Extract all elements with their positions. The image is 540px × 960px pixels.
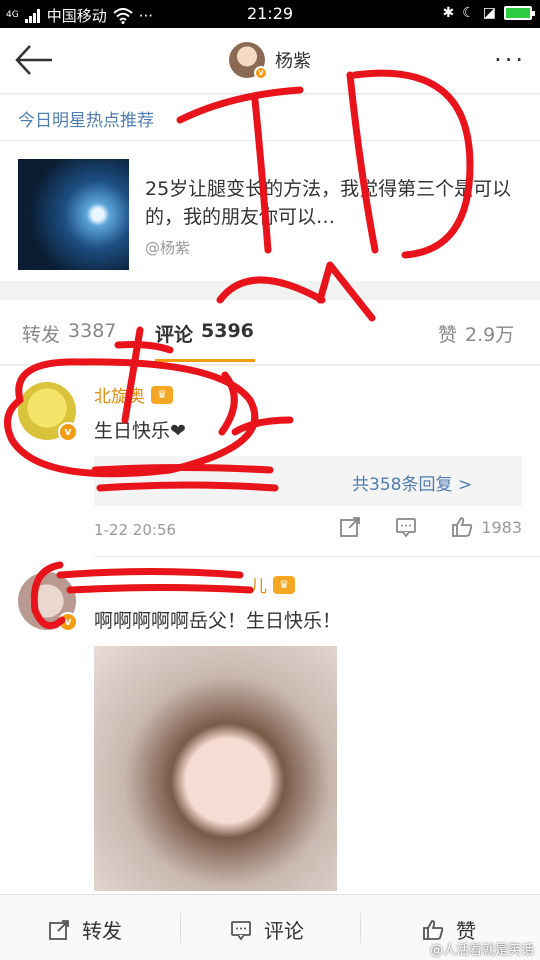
commenter-avatar[interactable]: v bbox=[18, 382, 78, 442]
tab-label: 转发 bbox=[22, 324, 61, 346]
signal-strength-icon: ◪ bbox=[482, 5, 496, 21]
comment-list: v 北旋奥 ♛ 生日快乐❤ 共358条回复 > 1-22 20:56 1983 … bbox=[0, 366, 540, 894]
tab-count: 5396 bbox=[201, 320, 254, 342]
comment-label: 评论 bbox=[264, 919, 304, 943]
commenter-name-text: 北旋奥 bbox=[94, 387, 145, 407]
comment-icon[interactable] bbox=[395, 516, 417, 538]
commenter-name-text: 儿 bbox=[250, 577, 267, 597]
verified-icon: v bbox=[58, 422, 78, 442]
commenter-name[interactable]: 儿 ♛ bbox=[250, 572, 295, 597]
repost-button[interactable]: 转发 bbox=[48, 915, 122, 944]
comment-divider bbox=[94, 556, 540, 557]
commenter-avatar[interactable]: v bbox=[18, 572, 78, 632]
hot-recommend-bar[interactable]: 今日明星热点推荐 bbox=[0, 95, 540, 141]
vip-crown-icon: ♛ bbox=[151, 385, 173, 404]
vip-crown-icon: ♛ bbox=[273, 575, 295, 594]
bottom-action-bar: 转发 评论 赞 @人活着就是笑话 bbox=[0, 894, 540, 960]
more-options-icon[interactable]: ··· bbox=[494, 48, 526, 72]
comment-text: 啊啊啊啊啊岳父！生日快乐！ bbox=[94, 610, 342, 632]
profile-avatar[interactable]: v bbox=[229, 42, 268, 80]
thumbs-up-icon bbox=[452, 517, 473, 537]
comment-actions: 1983 bbox=[339, 516, 522, 538]
active-tab-indicator bbox=[155, 359, 255, 362]
tab-label: 赞 bbox=[438, 324, 458, 346]
comment-icon bbox=[231, 920, 251, 940]
article-thumbnail bbox=[18, 159, 129, 270]
comment-image[interactable] bbox=[94, 646, 337, 891]
watermark: @人活着就是笑话 bbox=[429, 943, 534, 958]
interaction-tabs: 转发 3387 评论 5396 赞 2.9万 bbox=[0, 300, 540, 365]
like-count: 1983 bbox=[481, 517, 522, 537]
comment-button[interactable]: 评论 bbox=[230, 915, 304, 944]
status-bar: 4G 中国移动 ··· 21:29 ✱ ☾ ◪ bbox=[0, 0, 540, 28]
article-card[interactable]: 25岁让腿变长的方法，我觉得第三个是可以的，我的朋友你可以… @杨紫 bbox=[0, 141, 540, 281]
tab-label: 评论 bbox=[155, 324, 194, 346]
like-button[interactable]: 1983 bbox=[451, 516, 522, 538]
moon-icon: ☾ bbox=[462, 5, 475, 21]
reply-count-link: 共358条回复 > bbox=[352, 475, 473, 495]
hot-recommend-label: 今日明星热点推荐 bbox=[18, 111, 154, 131]
tab-comments[interactable]: 评论 5396 bbox=[155, 320, 254, 347]
article-text: 25岁让腿变长的方法，我觉得第三个是可以的，我的朋友你可以… bbox=[145, 178, 512, 228]
battery-icon bbox=[504, 6, 535, 20]
page-title: 杨紫 bbox=[275, 51, 311, 72]
repost-label: 转发 bbox=[82, 919, 122, 943]
comment-text: 生日快乐❤ bbox=[94, 420, 186, 442]
tab-repost[interactable]: 转发 3387 bbox=[22, 320, 116, 347]
verified-icon: v bbox=[254, 66, 268, 80]
bar-divider bbox=[360, 913, 361, 943]
article-author: @杨紫 bbox=[145, 239, 191, 257]
bluetooth-icon: ✱ bbox=[442, 5, 455, 21]
repost-icon bbox=[49, 919, 69, 940]
reply-summary-box[interactable]: 共358条回复 > bbox=[94, 456, 522, 506]
comment-time: 1-22 20:56 bbox=[94, 521, 177, 539]
tab-likes[interactable]: 赞 2.9万 bbox=[438, 320, 514, 347]
top-nav-bar: v 杨紫 ··· bbox=[0, 28, 540, 94]
commenter-name[interactable]: 北旋奥 ♛ bbox=[94, 382, 173, 407]
tab-count: 2.9万 bbox=[465, 324, 515, 346]
share-icon[interactable] bbox=[339, 516, 361, 538]
thumbs-up-icon bbox=[423, 919, 444, 940]
tab-count: 3387 bbox=[68, 320, 117, 342]
verified-icon: v bbox=[58, 612, 78, 632]
bar-divider bbox=[180, 913, 181, 943]
